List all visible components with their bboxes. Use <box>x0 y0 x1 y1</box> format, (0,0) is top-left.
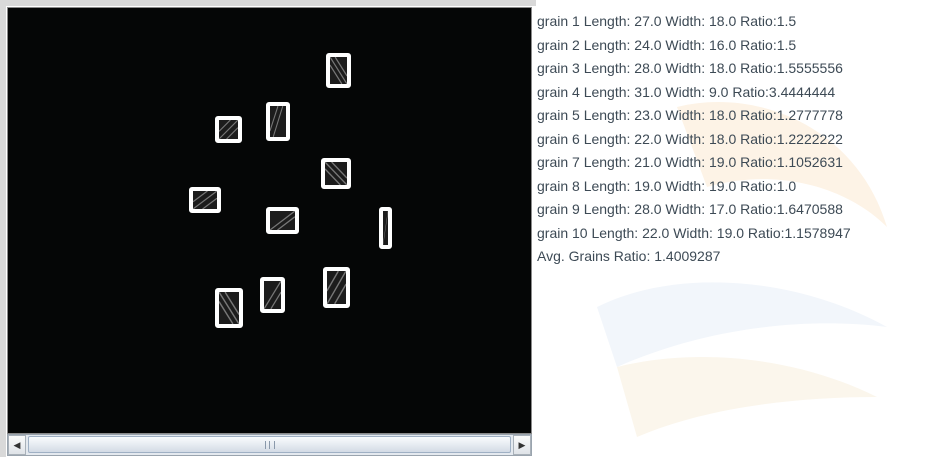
grain-marker <box>215 288 243 328</box>
grain-result-line: grain 8 Length: 19.0 Width: 19.0 Ratio:1… <box>537 177 797 194</box>
grain-marker <box>266 102 290 141</box>
grain-result-line: grain 9 Length: 28.0 Width: 17.0 Ratio:1… <box>537 201 843 217</box>
grain-result-line: grain 3 Length: 28.0 Width: 18.0 Ratio:1… <box>537 60 843 76</box>
app-window: ◀ ▶ grain 1 Length: 27.0 Width: 18.0 Rat… <box>0 0 928 457</box>
grip-icon <box>264 440 275 449</box>
grain-result-line: grain 4 Length: 31.0 Width: 9.0 Ratio:3.… <box>537 83 836 100</box>
grain-marker <box>189 187 221 213</box>
arrow-right-icon[interactable]: ▶ <box>513 435 531 455</box>
grain-marker <box>379 207 392 249</box>
grain-result-line: grain 10 Length: 22.0 Width: 19.0 Ratio:… <box>537 224 851 241</box>
top-border <box>0 0 536 6</box>
scroll-thumb[interactable] <box>28 436 511 453</box>
arrow-left-icon[interactable]: ◀ <box>8 435 26 455</box>
grain-result-line: grain 6 Length: 22.0 Width: 18.0 Ratio:1… <box>537 130 843 147</box>
average-ratio-line: Avg. Grains Ratio: 1.4009287 <box>537 248 721 264</box>
grain-results-list: grain 1 Length: 27.0 Width: 18.0 Ratio:1… <box>537 7 928 269</box>
grain-result-line: grain 5 Length: 23.0 Width: 18.0 Ratio:1… <box>537 107 843 123</box>
grain-image-panel <box>7 7 532 434</box>
grain-marker <box>321 158 351 189</box>
grain-result-line: grain 7 Length: 21.0 Width: 19.0 Ratio:1… <box>537 154 843 170</box>
grain-marker <box>260 277 285 313</box>
grain-marker <box>326 53 351 88</box>
grain-result-line: grain 2 Length: 24.0 Width: 16.0 Ratio:1… <box>537 36 797 53</box>
results-panel: grain 1 Length: 27.0 Width: 18.0 Ratio:1… <box>537 7 928 457</box>
grain-marker <box>266 207 299 234</box>
grain-marker <box>323 267 350 308</box>
horizontal-scrollbar[interactable]: ◀ ▶ <box>7 434 532 456</box>
grain-result-line: grain 1 Length: 27.0 Width: 18.0 Ratio:1… <box>537 13 797 29</box>
left-border <box>0 0 6 457</box>
grain-marker <box>215 116 242 143</box>
